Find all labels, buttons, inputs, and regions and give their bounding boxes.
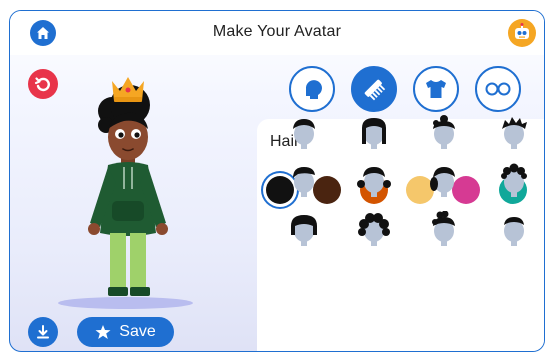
star-icon	[95, 325, 111, 339]
profile-button[interactable]	[508, 19, 536, 47]
hair-style-icon	[430, 167, 455, 197]
hair-style-option[interactable]	[286, 114, 322, 150]
top-bar: Make Your Avatar	[10, 11, 544, 55]
download-button[interactable]	[28, 317, 58, 347]
hair-style-option[interactable]	[286, 211, 322, 247]
download-icon	[37, 325, 49, 339]
shirt-icon	[426, 80, 446, 98]
hair-style-option[interactable]	[356, 114, 392, 150]
hair-style-icon	[433, 115, 455, 149]
hair-style-icon	[504, 217, 524, 246]
avatar-preview	[88, 77, 168, 296]
save-button[interactable]: Save	[77, 317, 174, 347]
hair-style-icon	[502, 117, 527, 149]
hair-panel: Hair	[257, 115, 544, 351]
hair-style-option[interactable]	[496, 211, 532, 247]
hair-style-icon	[432, 210, 455, 246]
robot-icon	[515, 23, 529, 39]
hair-style-icon	[358, 213, 390, 246]
category-glasses-button[interactable]	[475, 66, 521, 112]
category-head-button[interactable]	[289, 66, 335, 112]
avatar-hoodie	[90, 162, 166, 236]
glasses-icon	[485, 82, 511, 96]
page-title: Make Your Avatar	[212, 23, 342, 40]
comb-icon	[364, 79, 386, 101]
hair-style-icon	[293, 119, 315, 149]
save-button-label: Save	[119, 323, 156, 340]
crown-accessory	[112, 77, 144, 102]
hair-style-option[interactable]	[426, 162, 462, 198]
hair-style-icon	[291, 215, 317, 246]
avatar-shoe-left	[108, 287, 128, 296]
hair-style-icon	[293, 167, 315, 197]
head-icon	[305, 80, 322, 99]
hair-style-icon	[362, 118, 386, 149]
undo-button[interactable]	[28, 69, 58, 99]
hair-style-option[interactable]	[356, 211, 392, 247]
avatar-shoe-right	[130, 287, 150, 296]
hair-style-option[interactable]	[426, 210, 462, 247]
hair-style-icon	[501, 163, 527, 197]
undo-icon	[34, 77, 50, 92]
hair-style-icon	[357, 167, 391, 197]
avatar-pants	[110, 233, 146, 289]
hair-style-option[interactable]	[286, 162, 322, 198]
category-hair-button[interactable]	[351, 66, 397, 112]
hair-style-option[interactable]	[356, 162, 392, 198]
hair-style-option[interactable]	[426, 114, 462, 150]
hair-style-option[interactable]	[496, 162, 532, 198]
category-clothing-button[interactable]	[413, 66, 459, 112]
app-window: Make Your Avatar Hair Save	[9, 10, 545, 352]
hair-style-option[interactable]	[496, 114, 532, 150]
